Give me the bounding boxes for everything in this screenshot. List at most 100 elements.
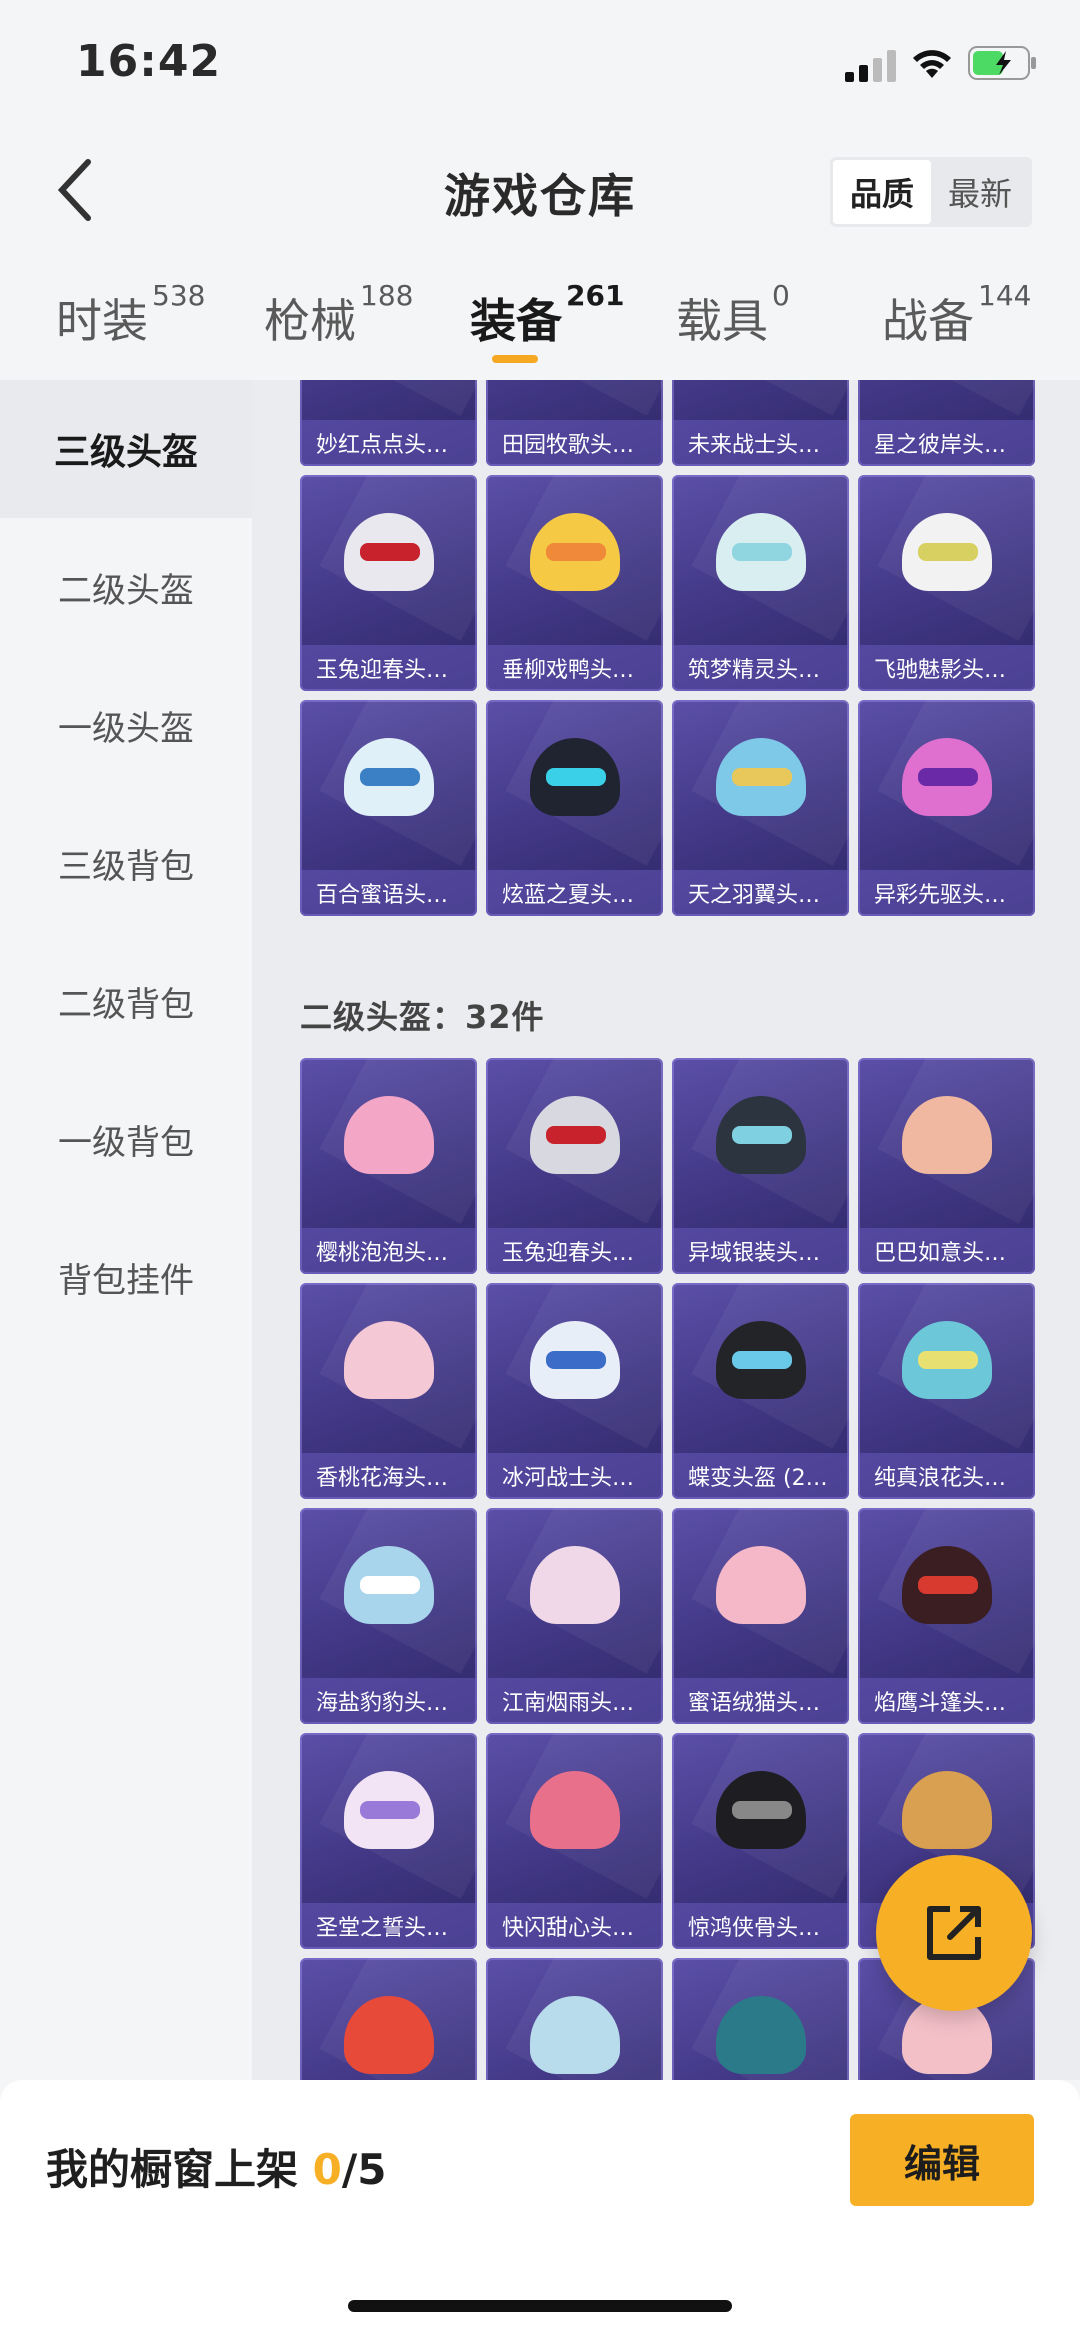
helmet-image — [344, 1771, 434, 1849]
app-root: { "status_bar": { "time": "16:42" }, "he… — [0, 0, 1080, 2339]
item-card[interactable] — [300, 1958, 477, 2080]
share-fab-button[interactable] — [876, 1855, 1032, 2011]
item-name: 飞驰魅影头… — [858, 645, 1035, 691]
helmet-image — [344, 513, 434, 591]
item-name: 玉兔迎春头… — [486, 1228, 663, 1274]
item-card[interactable]: 蜜语绒猫头… — [672, 1508, 849, 1724]
helmet-image — [530, 513, 620, 591]
sidebar-item-level3-helmet[interactable]: 三级头盔 — [0, 380, 252, 518]
helmet-image — [344, 738, 434, 816]
helmet-image — [344, 1096, 434, 1174]
item-card[interactable]: 纯真浪花头… — [858, 1283, 1035, 1499]
tab-label: 枪械 — [264, 294, 356, 348]
item-card[interactable]: 异彩先驱头… — [858, 700, 1035, 916]
helmet-image — [530, 1321, 620, 1399]
sidebar-item-level1-helmet[interactable]: 一级头盔 — [0, 656, 252, 794]
item-card[interactable]: 圣堂之誓头… — [300, 1733, 477, 1949]
item-name: 异彩先驱头… — [858, 870, 1035, 916]
showcase-label: 我的橱窗上架 — [46, 2145, 313, 2194]
item-name: 垂柳戏鸭头… — [486, 645, 663, 691]
item-card[interactable]: 田园牧歌头… — [486, 380, 663, 466]
helmet-image — [716, 513, 806, 591]
item-card[interactable]: 百合蜜语头… — [300, 700, 477, 916]
tab-fashion[interactable]: 时装 538 — [56, 279, 205, 351]
tab-equipment[interactable]: 装备 261 — [470, 279, 624, 351]
item-card[interactable]: 巴巴如意头… — [858, 1058, 1035, 1274]
item-card[interactable]: 冰河战士头… — [486, 1283, 663, 1499]
helmet-image — [716, 1321, 806, 1399]
level3-grid-partial: 妙红点点头… 田园牧歌头… 未来战士头… 星之彼岸头… — [300, 380, 1035, 466]
tab-count: 261 — [566, 279, 625, 312]
sort-newest-button[interactable]: 最新 — [931, 160, 1029, 224]
item-name: 巴巴如意头… — [858, 1228, 1035, 1274]
status-time: 16:42 — [76, 36, 222, 87]
status-bar: 16:42 — [0, 0, 1080, 130]
tab-label: 时装 — [56, 294, 148, 348]
item-card[interactable]: 筑梦精灵头… — [672, 475, 849, 691]
item-card[interactable]: 海盐豹豹头… — [300, 1508, 477, 1724]
item-card[interactable]: 妙红点点头… — [300, 380, 477, 466]
item-name: 樱桃泡泡头… — [300, 1228, 477, 1274]
tab-weapons[interactable]: 枪械 188 — [264, 279, 413, 351]
signal-icon — [845, 50, 896, 82]
sort-toggle: 品质 最新 — [830, 157, 1032, 227]
item-card[interactable]: 天之羽翼头… — [672, 700, 849, 916]
sidebar-item-level2-backpack[interactable]: 二级背包 — [0, 932, 252, 1070]
sidebar-item-level2-helmet[interactable]: 二级头盔 — [0, 518, 252, 656]
item-card[interactable]: 樱桃泡泡头… — [300, 1058, 477, 1274]
sort-quality-button[interactable]: 品质 — [833, 160, 931, 224]
helmet-image — [344, 1321, 434, 1399]
item-card[interactable]: 惊鸿侠骨头… — [672, 1733, 849, 1949]
active-tab-indicator — [492, 355, 538, 363]
tab-label: 载具 — [676, 294, 768, 348]
item-card[interactable]: 蝶变头盔 (2… — [672, 1283, 849, 1499]
item-card[interactable] — [672, 1958, 849, 2080]
item-name: 筑梦精灵头… — [672, 645, 849, 691]
item-name: 妙红点点头… — [300, 420, 477, 466]
showcase-total: /5 — [341, 2145, 387, 2194]
home-indicator — [348, 2300, 732, 2312]
item-card[interactable]: 炫蓝之夏头… — [486, 700, 663, 916]
item-card[interactable]: 焰鹰斗篷头… — [858, 1508, 1035, 1724]
item-name: 香桃花海头… — [300, 1453, 477, 1499]
item-card[interactable]: 玉兔迎春头… — [300, 475, 477, 691]
item-card[interactable] — [486, 1958, 663, 2080]
helmet-image — [530, 1771, 620, 1849]
item-name: 蝶变头盔 (2… — [672, 1453, 849, 1499]
item-card[interactable]: 江南烟雨头… — [486, 1508, 663, 1724]
item-name: 百合蜜语头… — [300, 870, 477, 916]
item-name: 惊鸿侠骨头… — [672, 1903, 849, 1949]
item-card[interactable]: 香桃花海头… — [300, 1283, 477, 1499]
helmet-image — [530, 1996, 620, 2074]
item-name: 圣堂之誓头… — [300, 1903, 477, 1949]
helmet-image — [902, 1096, 992, 1174]
item-card[interactable]: 快闪甜心头… — [486, 1733, 663, 1949]
sidebar-item-backpack-charm[interactable]: 背包挂件 — [0, 1208, 252, 1346]
helmet-image — [902, 513, 992, 591]
helmet-image — [530, 738, 620, 816]
section-title-level2: 二级头盔：32件 — [300, 998, 545, 1036]
sidebar-item-level3-backpack[interactable]: 三级背包 — [0, 794, 252, 932]
category-tabs: 时装 538 枪械 188 装备 261 载具 0 战备 144 — [0, 255, 1080, 380]
sidebar: 三级头盔 二级头盔 一级头盔 三级背包 二级背包 一级背包 背包挂件 — [0, 380, 252, 2080]
item-name: 蜜语绒猫头… — [672, 1678, 849, 1724]
item-name: 星之彼岸头… — [858, 420, 1035, 466]
item-card[interactable]: 垂柳戏鸭头… — [486, 475, 663, 691]
helmet-image — [902, 1546, 992, 1624]
item-card[interactable]: 未来战士头… — [672, 380, 849, 466]
tab-vehicles[interactable]: 载具 0 — [676, 279, 790, 351]
item-card[interactable]: 异域银装头… — [672, 1058, 849, 1274]
item-name: 天之羽翼头… — [672, 870, 849, 916]
item-name: 江南烟雨头… — [486, 1678, 663, 1724]
tab-supplies[interactable]: 战备 144 — [882, 279, 1031, 351]
helmet-image — [902, 738, 992, 816]
tab-count: 538 — [152, 279, 206, 312]
showcase-status: 我的橱窗上架 0/5 — [46, 2136, 386, 2197]
item-card[interactable]: 玉兔迎春头… — [486, 1058, 663, 1274]
item-card[interactable]: 星之彼岸头… — [858, 380, 1035, 466]
item-card[interactable]: 飞驰魅影头… — [858, 475, 1035, 691]
item-grid-area: 妙红点点头… 田园牧歌头… 未来战士头… 星之彼岸头… 玉兔迎春头… 垂柳戏鸭头… — [252, 380, 1080, 2080]
sidebar-item-level1-backpack[interactable]: 一级背包 — [0, 1070, 252, 1208]
edit-button[interactable]: 编辑 — [850, 2114, 1034, 2206]
tab-count: 0 — [772, 279, 790, 312]
